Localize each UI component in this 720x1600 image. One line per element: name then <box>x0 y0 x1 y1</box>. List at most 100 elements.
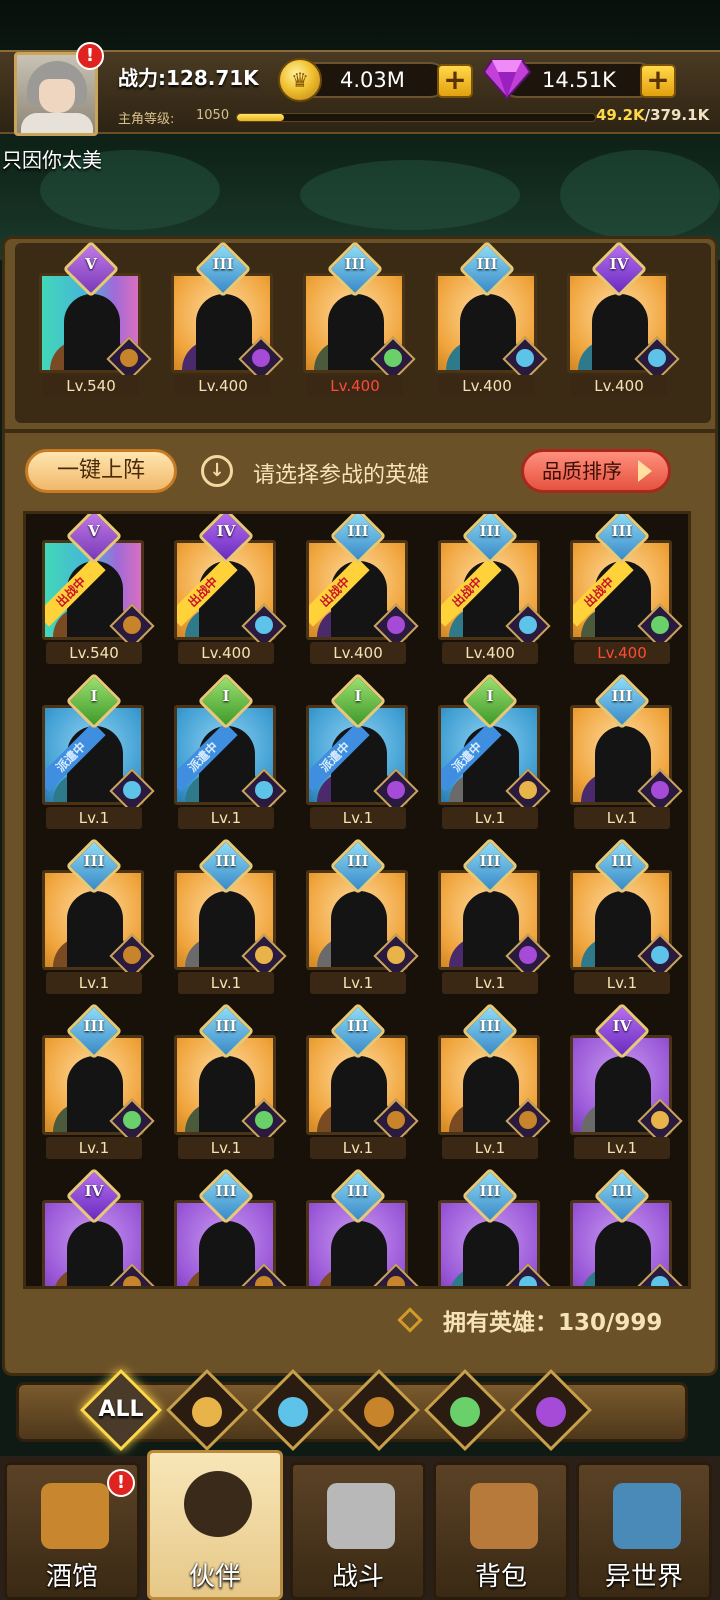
faction-emblem <box>651 616 669 634</box>
hero-card[interactable]: III Lv.1 <box>306 1002 419 1159</box>
hero-level: Lv.400 <box>175 375 271 397</box>
hero-card[interactable]: III Lv.1 <box>42 837 155 994</box>
hero-card[interactable]: III Lv.1 <box>174 1002 287 1159</box>
rank-label: III <box>347 852 369 870</box>
hero-card[interactable]: III Lv.400 <box>303 240 416 397</box>
hero-card[interactable]: V Lv.540 <box>39 240 152 397</box>
hero-card[interactable]: III Lv.1 <box>42 1002 155 1159</box>
xp-text: 49.2K/379.1K <box>596 106 709 124</box>
hero-level: Lv.400 <box>178 642 274 664</box>
faction-emblem <box>519 616 537 634</box>
hero-card[interactable]: III Lv.1 <box>570 837 683 994</box>
hero-card[interactable]: IV Lv.400 <box>567 240 680 397</box>
hero-level: Lv.400 <box>307 375 403 397</box>
hero-card[interactable]: 出战中 III Lv.400 <box>306 514 419 664</box>
tab-bag[interactable]: 背包 <box>433 1462 569 1600</box>
rank-label: III <box>611 852 633 870</box>
faction-emblem <box>387 781 405 799</box>
tab-battle[interactable]: 战斗 <box>290 1462 426 1600</box>
hero-level: Lv.1 <box>46 807 142 829</box>
rank-label: I <box>354 687 362 705</box>
tab-tavern-label: 酒馆 <box>45 1562 98 1592</box>
hero-card[interactable]: III Lv.1 <box>306 837 419 994</box>
rank-label: V <box>85 255 97 273</box>
one-click-deploy-button[interactable]: 一键上阵 <box>25 449 177 493</box>
other-world-icon <box>613 1483 681 1549</box>
owned-heroes-count: 拥有英雄：130/999 <box>443 1310 663 1336</box>
add-gold-button[interactable]: + <box>437 64 473 98</box>
gem-icon <box>482 59 532 100</box>
faction-filter-bar: ALL <box>16 1368 688 1452</box>
hero-card[interactable]: III Lv.400 <box>435 240 548 397</box>
elf-faction-icon <box>450 1397 480 1427</box>
faction-emblem <box>651 946 669 964</box>
xp-max: /379.1K <box>644 106 710 124</box>
tab-other-world[interactable]: 异世界 <box>576 1462 712 1600</box>
hero-card[interactable]: III <box>438 1167 551 1286</box>
quality-sort-label: 品质排序 <box>542 459 622 483</box>
hero-level-label: 主角等级: <box>118 112 175 127</box>
xp-current: 49.2K <box>596 106 645 124</box>
tab-partner[interactable]: 伙伴 <box>147 1450 283 1600</box>
rank-label: III <box>347 1182 369 1200</box>
hero-level: Lv.1 <box>442 807 538 829</box>
hero-card[interactable]: IV Lv.1 <box>570 1002 683 1159</box>
tab-bag-label: 背包 <box>474 1562 527 1592</box>
hero-level: Lv.1 <box>442 1137 538 1159</box>
hero-level: Lv.1 <box>310 972 406 994</box>
gem-value: 14.51K <box>542 68 616 92</box>
quality-sort-button[interactable]: 品质排序 <box>521 449 671 493</box>
rank-label: III <box>347 522 369 540</box>
hero-card[interactable]: 出战中 III Lv.400 <box>570 514 683 664</box>
faction-emblem <box>255 1111 273 1129</box>
faction-emblem <box>519 1276 537 1286</box>
battle-team-row: V Lv.540 III Lv.400 III Lv.400 III Lv.400 IV Lv.4… <box>15 240 711 423</box>
faction-emblem <box>387 1111 405 1129</box>
faction-emblem <box>651 1276 669 1286</box>
hero-level: Lv.1 <box>574 1137 670 1159</box>
hero-level: Lv.1 <box>46 972 142 994</box>
hero-card[interactable]: IV <box>42 1167 155 1286</box>
rank-label: IV <box>216 522 236 540</box>
hero-grid[interactable]: 出战中 V Lv.540 出战中 IV Lv.400 出战中 III Lv.400 出战中 III L… <box>23 511 691 1289</box>
rank-label: III <box>611 1182 633 1200</box>
hero-card[interactable]: III Lv.400 <box>171 240 284 397</box>
hero-level: Lv.1 <box>178 972 274 994</box>
faction-emblem <box>651 1111 669 1129</box>
arrow-down-icon[interactable]: ↓ <box>201 455 233 487</box>
rank-label: III <box>215 852 237 870</box>
faction-emblem <box>519 946 537 964</box>
hero-card[interactable]: III <box>174 1167 287 1286</box>
hero-card[interactable]: III Lv.1 <box>438 837 551 994</box>
tab-other-world-label: 异世界 <box>604 1562 683 1592</box>
faction-emblem <box>120 349 138 367</box>
hero-card[interactable]: III Lv.1 <box>174 837 287 994</box>
hero-level: Lv.400 <box>571 375 667 397</box>
hero-card[interactable]: 派遣中 I Lv.1 <box>42 672 155 829</box>
play-triangle-icon <box>638 460 652 482</box>
hero-card[interactable]: 派遣中 I Lv.1 <box>306 672 419 829</box>
rank-label: I <box>486 687 494 705</box>
hero-card[interactable]: 出战中 III Lv.400 <box>438 514 551 664</box>
faction-emblem <box>387 946 405 964</box>
tab-tavern[interactable]: 酒馆! <box>4 1462 140 1600</box>
add-gem-button[interactable]: + <box>640 64 676 98</box>
hero-card[interactable]: 出战中 IV Lv.400 <box>174 514 287 664</box>
hero-card[interactable]: III Lv.1 <box>570 672 683 829</box>
avatar-alert-icon: ! <box>76 42 104 70</box>
partner-icon <box>184 1471 252 1537</box>
faction-emblem <box>255 616 273 634</box>
tab-battle-label: 战斗 <box>331 1562 384 1592</box>
hero-level: Lv.540 <box>43 375 139 397</box>
faction-emblem <box>255 1276 273 1286</box>
hero-card[interactable]: III <box>570 1167 683 1286</box>
hero-card[interactable]: III <box>306 1167 419 1286</box>
faction-emblem <box>519 781 537 799</box>
player-name: 只因你太美 <box>2 148 102 172</box>
hero-card[interactable]: 派遣中 I Lv.1 <box>174 672 287 829</box>
hero-card[interactable]: III Lv.1 <box>438 1002 551 1159</box>
hero-card[interactable]: 出战中 V Lv.540 <box>42 514 155 664</box>
partner-panel: V Lv.540 III Lv.400 III Lv.400 III Lv.400 IV Lv.4… <box>2 236 718 1376</box>
hero-card[interactable]: 派遣中 I Lv.1 <box>438 672 551 829</box>
hero-level: Lv.400 <box>439 375 535 397</box>
